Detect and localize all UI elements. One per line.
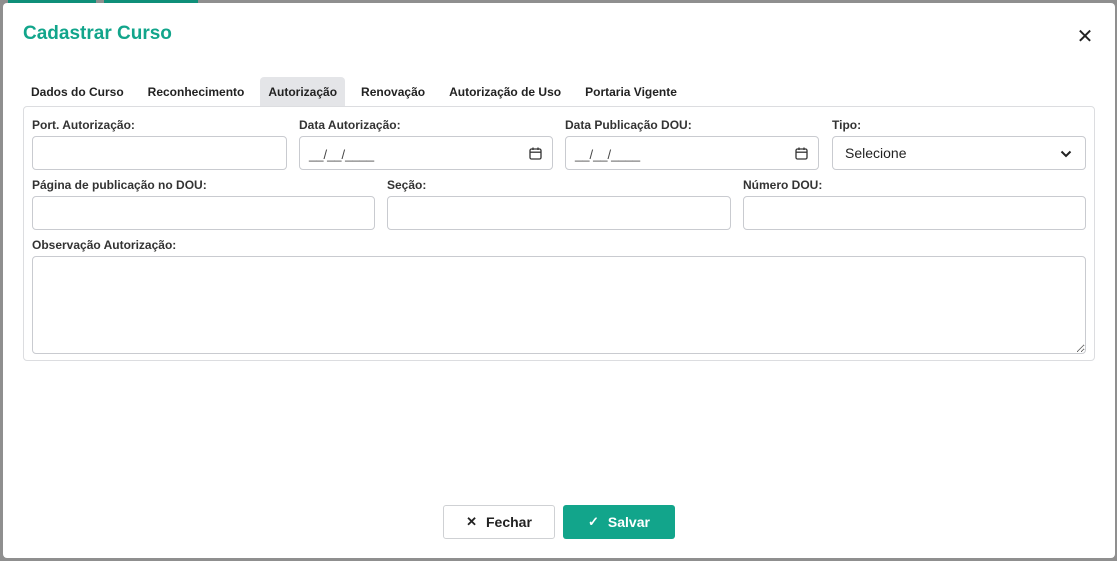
- chevron-down-icon: [1060, 150, 1072, 158]
- date-mask: __/__/____: [309, 147, 375, 162]
- observacao-autorizacao-label: Observação Autorização:: [32, 238, 177, 252]
- tipo-label: Tipo:: [832, 118, 862, 132]
- tab-portaria-vigente[interactable]: Portaria Vigente: [577, 77, 685, 107]
- tab-renovacao[interactable]: Renovação: [353, 77, 433, 107]
- save-button-label: Salvar: [607, 514, 650, 530]
- pagina-publicacao-dou-field[interactable]: [32, 196, 375, 230]
- data-publicacao-dou-field[interactable]: __/__/____: [565, 136, 819, 170]
- close-icon[interactable]: ✕: [1076, 27, 1094, 47]
- port-autorizacao-field[interactable]: [32, 136, 287, 170]
- data-autorizacao-field[interactable]: __/__/____: [299, 136, 553, 170]
- x-icon: ✕: [466, 514, 477, 529]
- pagina-publicacao-dou-input[interactable]: [33, 197, 374, 229]
- date-mask: __/__/____: [575, 147, 641, 162]
- calendar-icon[interactable]: [795, 147, 808, 160]
- tab-autorizacao[interactable]: Autorização: [260, 77, 346, 107]
- secao-input[interactable]: [388, 197, 730, 229]
- pagina-publicacao-dou-label: Página de publicação no DOU:: [32, 178, 207, 192]
- port-autorizacao-label: Port. Autorização:: [32, 118, 135, 132]
- check-icon: ✓: [588, 514, 599, 529]
- calendar-icon[interactable]: [529, 147, 542, 160]
- numero-dou-field[interactable]: [743, 196, 1086, 230]
- data-autorizacao-label: Data Autorização:: [299, 118, 401, 132]
- numero-dou-label: Número DOU:: [743, 178, 823, 192]
- close-button-label: Fechar: [485, 514, 532, 530]
- save-button[interactable]: ✓ Salvar: [563, 505, 675, 539]
- tipo-selected-value: Selecione: [845, 145, 907, 161]
- form-panel: Port. Autorização: Data Autorização: __/…: [23, 106, 1095, 361]
- tab-autorizacao-de-uso[interactable]: Autorização de Uso: [441, 77, 569, 107]
- secao-label: Seção:: [387, 178, 427, 192]
- observacao-autorizacao-textarea[interactable]: [32, 256, 1086, 354]
- tab-reconhecimento[interactable]: Reconhecimento: [140, 77, 253, 107]
- numero-dou-input[interactable]: [744, 197, 1085, 229]
- modal-title: Cadastrar Curso: [23, 23, 172, 44]
- tab-dados-do-curso[interactable]: Dados do Curso: [23, 77, 132, 107]
- port-autorizacao-input[interactable]: [33, 137, 286, 169]
- tipo-select[interactable]: Selecione: [832, 136, 1086, 170]
- data-publicacao-dou-label: Data Publicação DOU:: [565, 118, 692, 132]
- secao-field[interactable]: [387, 196, 731, 230]
- tab-bar: Dados do Curso Reconhecimento Autorizaçã…: [23, 77, 693, 107]
- modal-dialog: Cadastrar Curso ✕ Dados do Curso Reconhe…: [3, 3, 1115, 558]
- close-button[interactable]: ✕ Fechar: [443, 505, 555, 539]
